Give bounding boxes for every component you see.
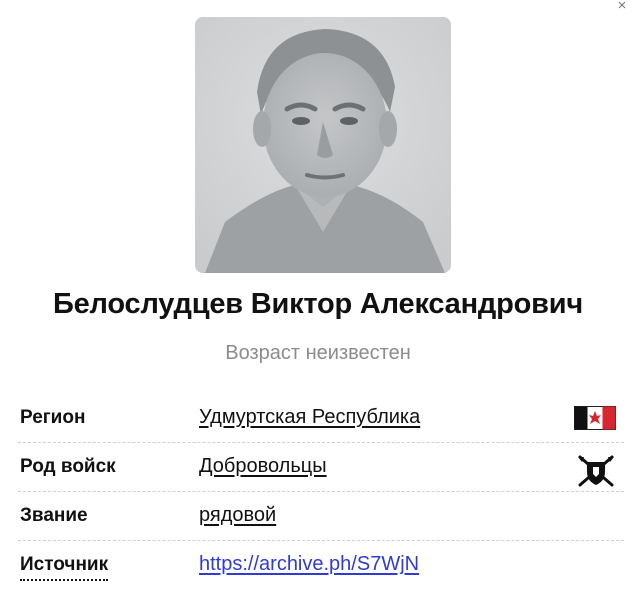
source-label[interactable]: Источник [20,554,109,581]
person-card: × Белослудцев Виктор Александрович Возра… [0,0,636,591]
close-icon[interactable]: × [614,0,630,14]
rank-row: Звание рядовой [18,492,624,541]
details-table: Регион Удмуртская Республика Род войск Д… [18,394,624,589]
region-label: Регион [20,407,86,428]
branch-row: Род войск Добровольцы [18,443,624,492]
udmurtia-flag-icon [574,406,616,430]
person-name: Белослудцев Виктор Александрович [52,288,584,320]
branch-label: Род войск [20,456,116,477]
rank-link[interactable]: рядовой [199,504,276,527]
volunteers-emblem-icon [576,455,616,487]
branch-link[interactable]: Добровольцы [199,455,327,478]
source-row: Источник https://archive.ph/S7WjN [18,541,624,589]
person-photo [195,17,451,273]
person-age: Возраст неизвестен [225,342,411,364]
portrait-image [195,17,451,273]
source-link[interactable]: https://archive.ph/S7WjN [199,553,419,576]
region-row: Регион Удмуртская Республика [18,394,624,443]
region-link[interactable]: Удмуртская Республика [199,406,420,429]
rank-label: Звание [20,505,88,526]
